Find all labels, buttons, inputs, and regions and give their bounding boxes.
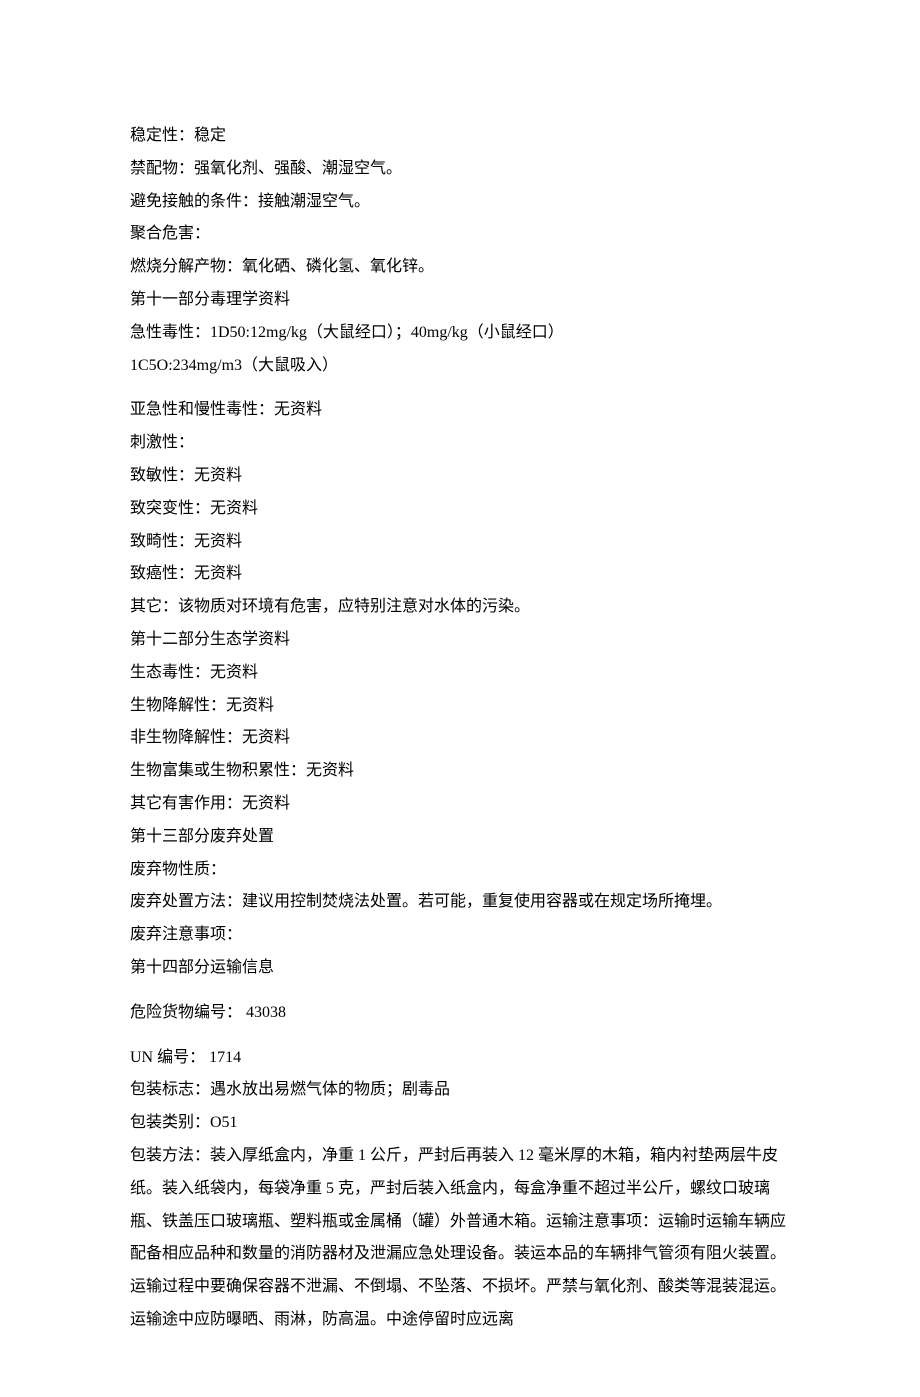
text-line: 急性毒性：1D50:12mg/kg（大鼠经口）；40mg/kg（小鼠经口） — [130, 317, 790, 350]
text-line: 其它有害作用：无资料 — [130, 788, 790, 821]
text-line: 致敏性：无资料 — [130, 460, 790, 493]
text-line: 聚合危害： — [130, 218, 790, 251]
text-line: 稳定性：稳定 — [130, 120, 790, 153]
section-heading: 第十二部分生态学资料 — [130, 624, 790, 657]
text-line: 危险货物编号： 43038 — [130, 997, 790, 1030]
text-line: 生态毒性：无资料 — [130, 657, 790, 690]
text-line: 禁配物：强氧化剂、强酸、潮湿空气。 — [130, 153, 790, 186]
text-line: 燃烧分解产物：氧化硒、磷化氢、氧化锌。 — [130, 251, 790, 284]
text-line: 包装类别：O51 — [130, 1107, 790, 1140]
text-line: UN 编号： 1714 — [130, 1042, 790, 1075]
section-heading: 第十一部分毒理学资料 — [130, 284, 790, 317]
text-line: 生物富集或生物积累性：无资料 — [130, 755, 790, 788]
text-line: 废弃注意事项： — [130, 919, 790, 952]
text-line: 刺激性： — [130, 427, 790, 460]
section-heading: 第十三部分废弃处置 — [130, 821, 790, 854]
text-line: 致畸性：无资料 — [130, 526, 790, 559]
text-line: 避免接触的条件：接触潮湿空气。 — [130, 186, 790, 219]
text-line: 废弃处置方法：建议用控制焚烧法处置。若可能，重复使用容器或在规定场所掩埋。 — [130, 886, 790, 919]
text-line: 包装方法：装入厚纸盒内，净重 1 公斤，严封后再装入 12 毫米厚的木箱，箱内衬… — [130, 1140, 790, 1337]
text-line: 生物降解性：无资料 — [130, 690, 790, 723]
text-line: 其它：该物质对环境有危害，应特别注意对水体的污染。 — [130, 591, 790, 624]
text-line: 致突变性：无资料 — [130, 493, 790, 526]
text-line: 亚急性和慢性毒性：无资料 — [130, 394, 790, 427]
text-line: 非生物降解性：无资料 — [130, 722, 790, 755]
section-heading: 第十四部分运输信息 — [130, 952, 790, 985]
text-line: 包装标志：遇水放出易燃气体的物质；剧毒品 — [130, 1074, 790, 1107]
document-page: 稳定性：稳定 禁配物：强氧化剂、强酸、潮湿空气。 避免接触的条件：接触潮湿空气。… — [0, 0, 920, 1397]
text-line: 1C5O:234mg/m3（大鼠吸入） — [130, 350, 790, 383]
text-line: 致癌性：无资料 — [130, 558, 790, 591]
text-line: 废弃物性质： — [130, 854, 790, 887]
